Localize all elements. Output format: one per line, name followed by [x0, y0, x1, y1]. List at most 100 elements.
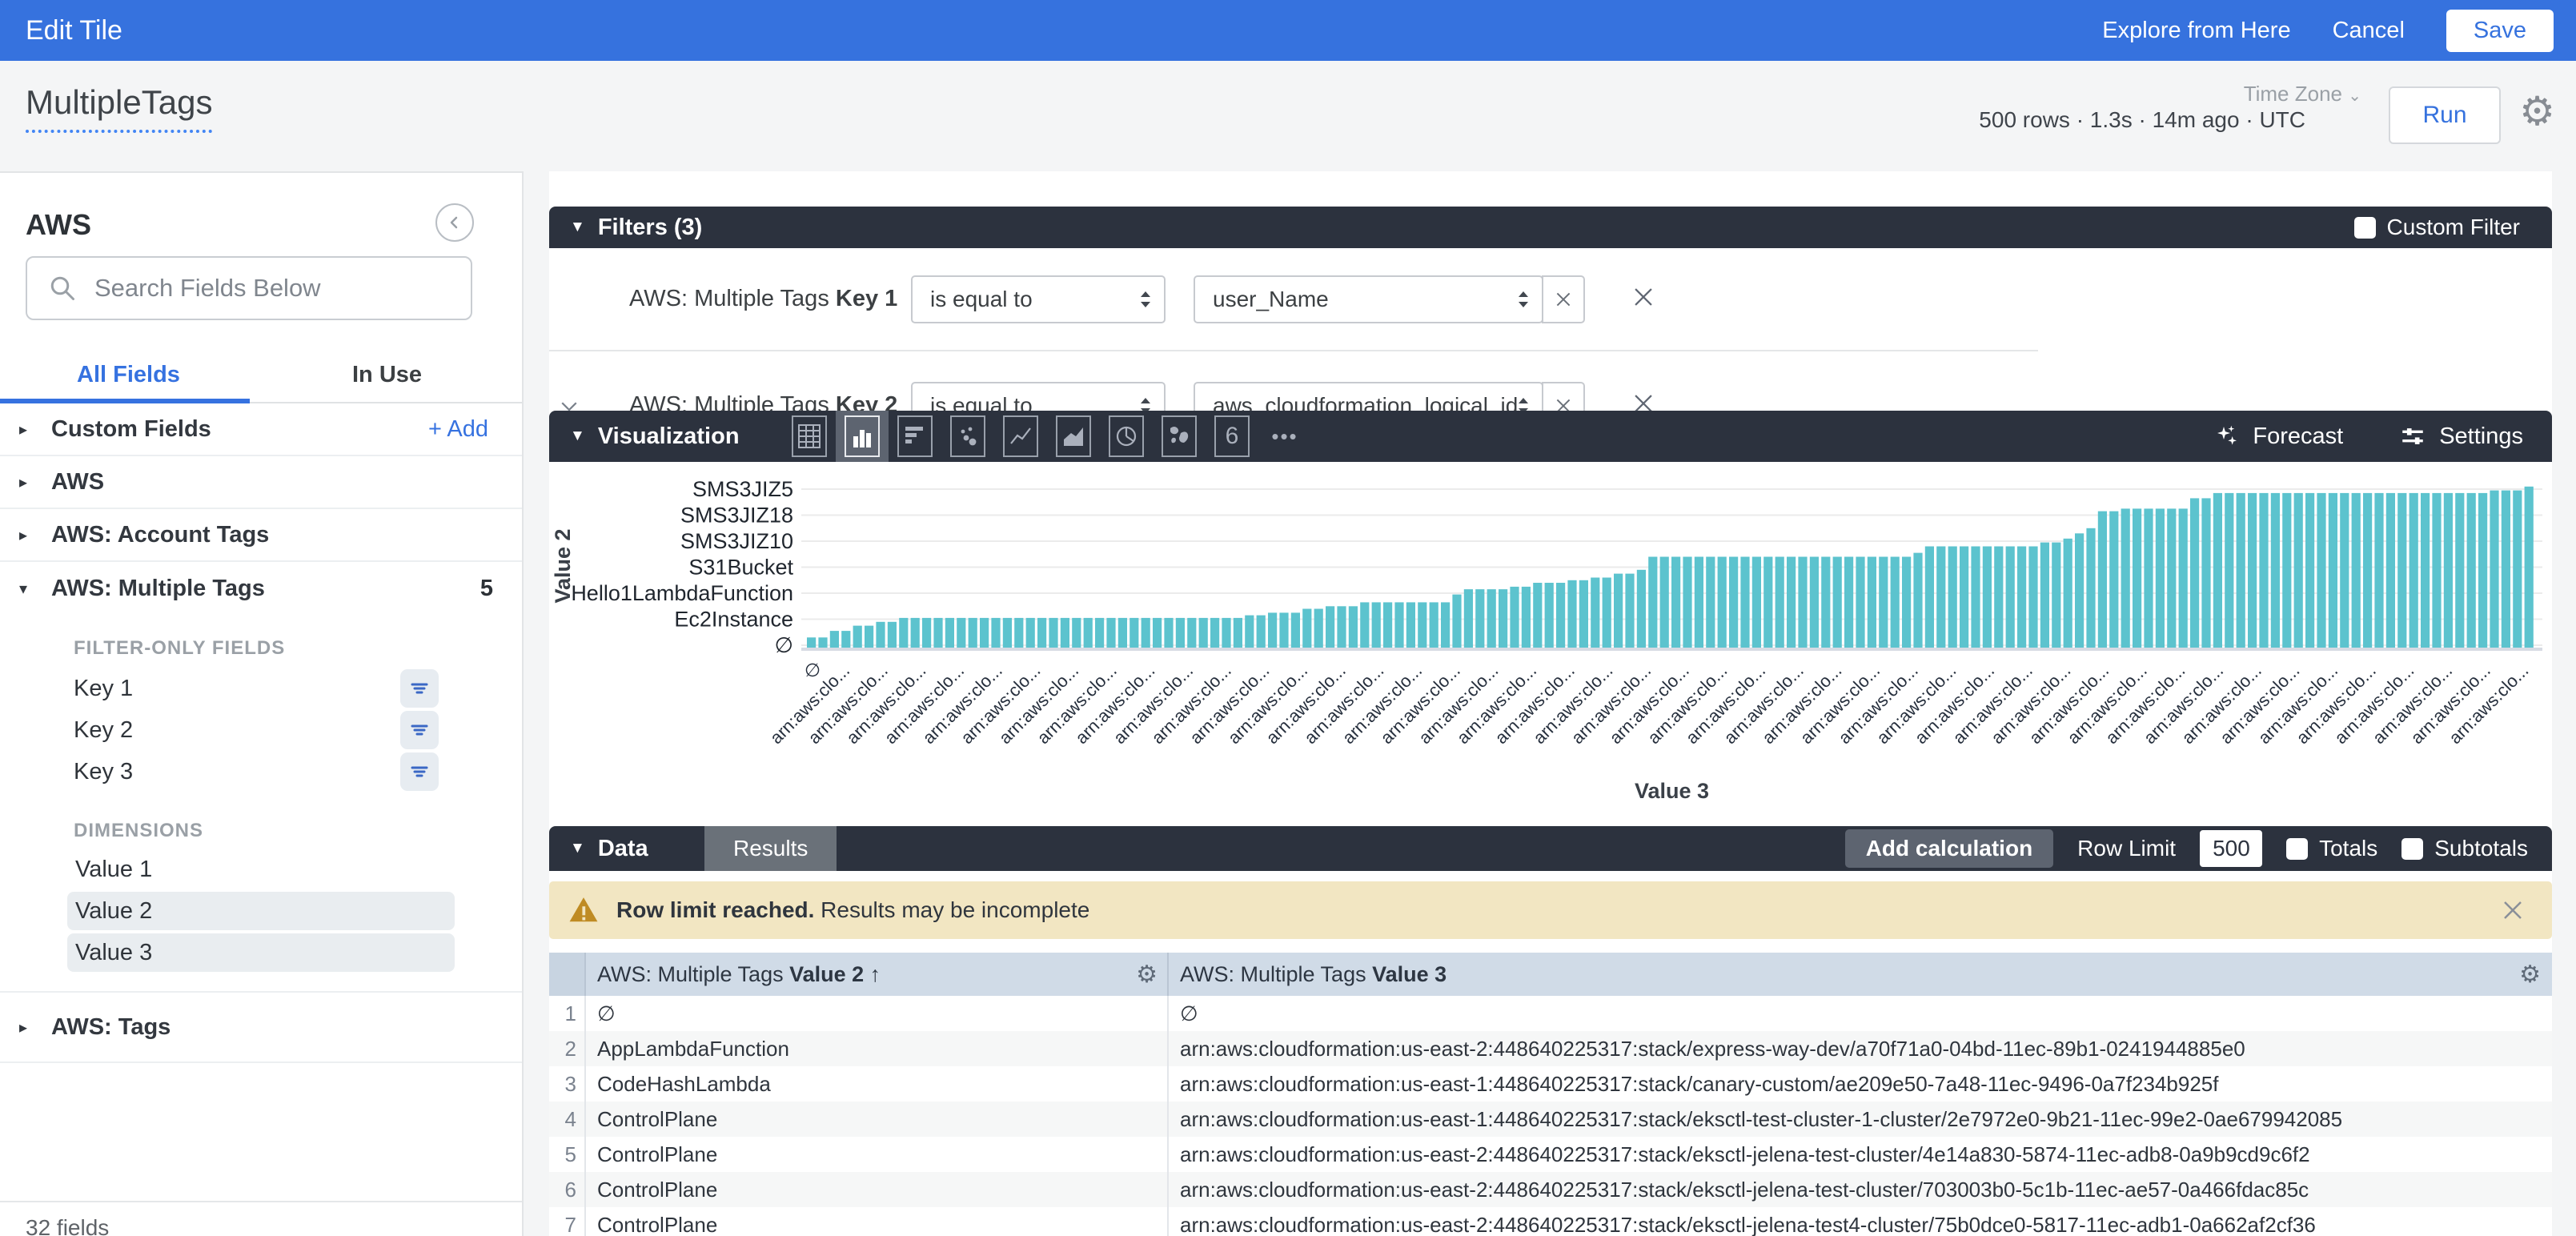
viz-type-column-chart-selected[interactable]: [836, 411, 889, 462]
group-aws-multiple-tags[interactable]: ▾ AWS: Multiple Tags 5: [0, 562, 522, 615]
pie-chart-icon: [1109, 415, 1144, 457]
table-row[interactable]: 6ControlPlanearn:aws:cloudformation:us-e…: [549, 1172, 2552, 1207]
cell-value3[interactable]: arn:aws:cloudformation:us-east-2:4486402…: [1169, 1137, 2550, 1172]
clear-filter-value-button[interactable]: [1542, 275, 1585, 323]
table-row[interactable]: 3CodeHashLambdaarn:aws:cloudformation:us…: [549, 1066, 2552, 1102]
remove-filter-button[interactable]: [1630, 283, 1657, 315]
filter-operator-select[interactable]: is equal to: [911, 275, 1166, 323]
table-row[interactable]: 2AppLambdaFunctionarn:aws:cloudformation…: [549, 1031, 2552, 1066]
viz-type-single-value[interactable]: 6: [1206, 411, 1258, 462]
cell-value3[interactable]: arn:aws:cloudformation:us-east-2:4486402…: [1169, 1172, 2550, 1207]
dimension-value-3[interactable]: Value 3: [67, 933, 455, 972]
dimension-value-2[interactable]: Value 2: [67, 892, 455, 930]
collapse-caret-icon: ▼: [570, 840, 585, 857]
tab-all-fields[interactable]: All Fields: [77, 362, 180, 388]
collapse-sidebar-button[interactable]: [435, 203, 474, 242]
dimension-value-1[interactable]: Value 1: [67, 850, 455, 889]
cancel-button[interactable]: Cancel: [2333, 18, 2405, 44]
tab-results[interactable]: Results: [704, 826, 837, 871]
filter-only-field-key-1[interactable]: Key 1: [0, 668, 522, 709]
cell-value2[interactable]: ∅: [586, 996, 1169, 1031]
forecast-button[interactable]: Forecast: [2214, 423, 2343, 450]
top-bar: Edit Tile Explore from Here Cancel Save: [0, 0, 2576, 61]
filters-section-header[interactable]: ▼ Filters (3) Custom Filter: [549, 207, 2552, 248]
tab-in-use[interactable]: In Use: [352, 362, 422, 388]
field-tabs: All Fields In Use: [0, 354, 524, 403]
table-row[interactable]: 5ControlPlanearn:aws:cloudformation:us-e…: [549, 1137, 2552, 1172]
column-header-value3[interactable]: AWS: Multiple Tags Value 3 ⚙: [1169, 953, 2550, 996]
group-aws-account-tags[interactable]: ▸ AWS: Account Tags: [0, 509, 522, 562]
filter-by-field-button[interactable]: [400, 711, 439, 749]
explore-from-here-button[interactable]: Explore from Here: [2102, 18, 2290, 44]
group-aws-tags[interactable]: ▸ AWS: Tags: [0, 993, 522, 1063]
bar-chart[interactable]: ∅Ec2InstanceHello1LambdaFunctionS31Bucke…: [549, 462, 2552, 826]
gear-icon[interactable]: ⚙: [2519, 961, 2541, 989]
cell-value3[interactable]: ∅: [1169, 996, 2550, 1031]
add-calculation-button[interactable]: Add calculation: [1845, 829, 2053, 868]
group-aws[interactable]: ▸ AWS: [0, 456, 522, 509]
cell-value2[interactable]: ControlPlane: [586, 1137, 1169, 1172]
search-fields-input[interactable]: Search Fields Below: [26, 256, 472, 320]
cell-value2[interactable]: CodeHashLambda: [586, 1066, 1169, 1102]
custom-filter-toggle[interactable]: Custom Filter: [2354, 215, 2520, 240]
viz-type-map-chart[interactable]: [1153, 411, 1206, 462]
single-value-icon: 6: [1214, 415, 1250, 457]
cell-value2[interactable]: ControlPlane: [586, 1172, 1169, 1207]
data-section-header[interactable]: ▼ Data Results Add calculation Row Limit…: [549, 826, 2552, 871]
select-updown-icon: [1516, 289, 1531, 310]
viz-type-area-chart[interactable]: [1047, 411, 1100, 462]
filter-row-1: AWS: Multiple Tags Key 1is equal touser_…: [549, 248, 2552, 350]
cell-value2[interactable]: ControlPlane: [586, 1207, 1169, 1236]
viz-type-scatter-chart[interactable]: [941, 411, 994, 462]
expand-arrow-icon: ▸: [19, 525, 27, 545]
filter-operator-select[interactable]: is equal to: [911, 382, 1166, 411]
filter-value-select[interactable]: user_Name: [1194, 275, 1543, 323]
viz-type-table-chart[interactable]: [783, 411, 836, 462]
viz-type-bar-chart[interactable]: [889, 411, 941, 462]
subtotals-toggle[interactable]: Subtotals: [2401, 836, 2528, 861]
field-label: Key 3: [74, 759, 133, 785]
cell-value2[interactable]: AppLambdaFunction: [586, 1031, 1169, 1066]
custom-filter-checkbox[interactable]: [2354, 217, 2376, 239]
row-limit-input[interactable]: [2200, 830, 2262, 867]
totals-toggle[interactable]: Totals: [2286, 836, 2377, 861]
filter-by-field-button[interactable]: [400, 752, 439, 791]
svg-text:SMS3JIZ10: SMS3JIZ10: [680, 529, 793, 553]
chevron-down-icon[interactable]: [557, 394, 581, 411]
visualization-section-header[interactable]: ▼ Visualization 6••• Forecast Settings: [549, 411, 2552, 462]
cell-value3[interactable]: arn:aws:cloudformation:us-east-1:4486402…: [1169, 1102, 2550, 1137]
cell-value3[interactable]: arn:aws:cloudformation:us-east-2:4486402…: [1169, 1207, 2550, 1236]
cell-value2[interactable]: ControlPlane: [586, 1102, 1169, 1137]
svg-text:∅: ∅: [804, 660, 821, 680]
viz-type-more-options[interactable]: •••: [1258, 411, 1311, 462]
table-row[interactable]: 4ControlPlanearn:aws:cloudformation:us-e…: [549, 1102, 2552, 1137]
table-row[interactable]: 7ControlPlanearn:aws:cloudformation:us-e…: [549, 1207, 2552, 1236]
totals-checkbox[interactable]: [2286, 838, 2308, 860]
save-button[interactable]: Save: [2446, 10, 2554, 52]
close-icon[interactable]: [2501, 898, 2525, 922]
collapse-arrow-icon: ▾: [19, 579, 27, 599]
subtotals-checkbox[interactable]: [2401, 838, 2423, 860]
viz-type-pie-chart[interactable]: [1100, 411, 1153, 462]
table-chart-icon: [792, 415, 827, 457]
cell-value3[interactable]: arn:aws:cloudformation:us-east-2:4486402…: [1169, 1031, 2550, 1066]
filter-value-select[interactable]: aws_cloudformation_logical_id: [1194, 382, 1543, 411]
run-button[interactable]: Run: [2389, 86, 2501, 144]
viz-settings-button[interactable]: Settings: [2399, 423, 2523, 450]
filter-icon: [407, 760, 431, 784]
column-header-value2[interactable]: AWS: Multiple Tags Value 2 ↑ ⚙: [586, 953, 1169, 996]
add-custom-field-button[interactable]: + Add: [428, 416, 488, 443]
query-title[interactable]: MultipleTags: [26, 83, 212, 133]
filter-only-field-key-2[interactable]: Key 2: [0, 709, 522, 751]
gear-icon[interactable]: ⚙: [1136, 961, 1158, 989]
timezone-dropdown[interactable]: Time Zone ⌄: [2244, 82, 2361, 106]
cell-value3[interactable]: arn:aws:cloudformation:us-east-1:4486402…: [1169, 1066, 2550, 1102]
custom-fields-group[interactable]: ▸ Custom Fields + Add: [0, 403, 522, 456]
filter-only-field-key-3[interactable]: Key 3: [0, 751, 522, 793]
table-row[interactable]: 1∅∅: [549, 996, 2552, 1031]
clear-filter-value-button[interactable]: [1542, 382, 1585, 411]
filter-by-field-button[interactable]: [400, 669, 439, 708]
viz-type-line-chart[interactable]: [994, 411, 1047, 462]
remove-filter-button[interactable]: [1630, 390, 1657, 411]
gear-icon[interactable]: ⚙: [2519, 83, 2555, 139]
